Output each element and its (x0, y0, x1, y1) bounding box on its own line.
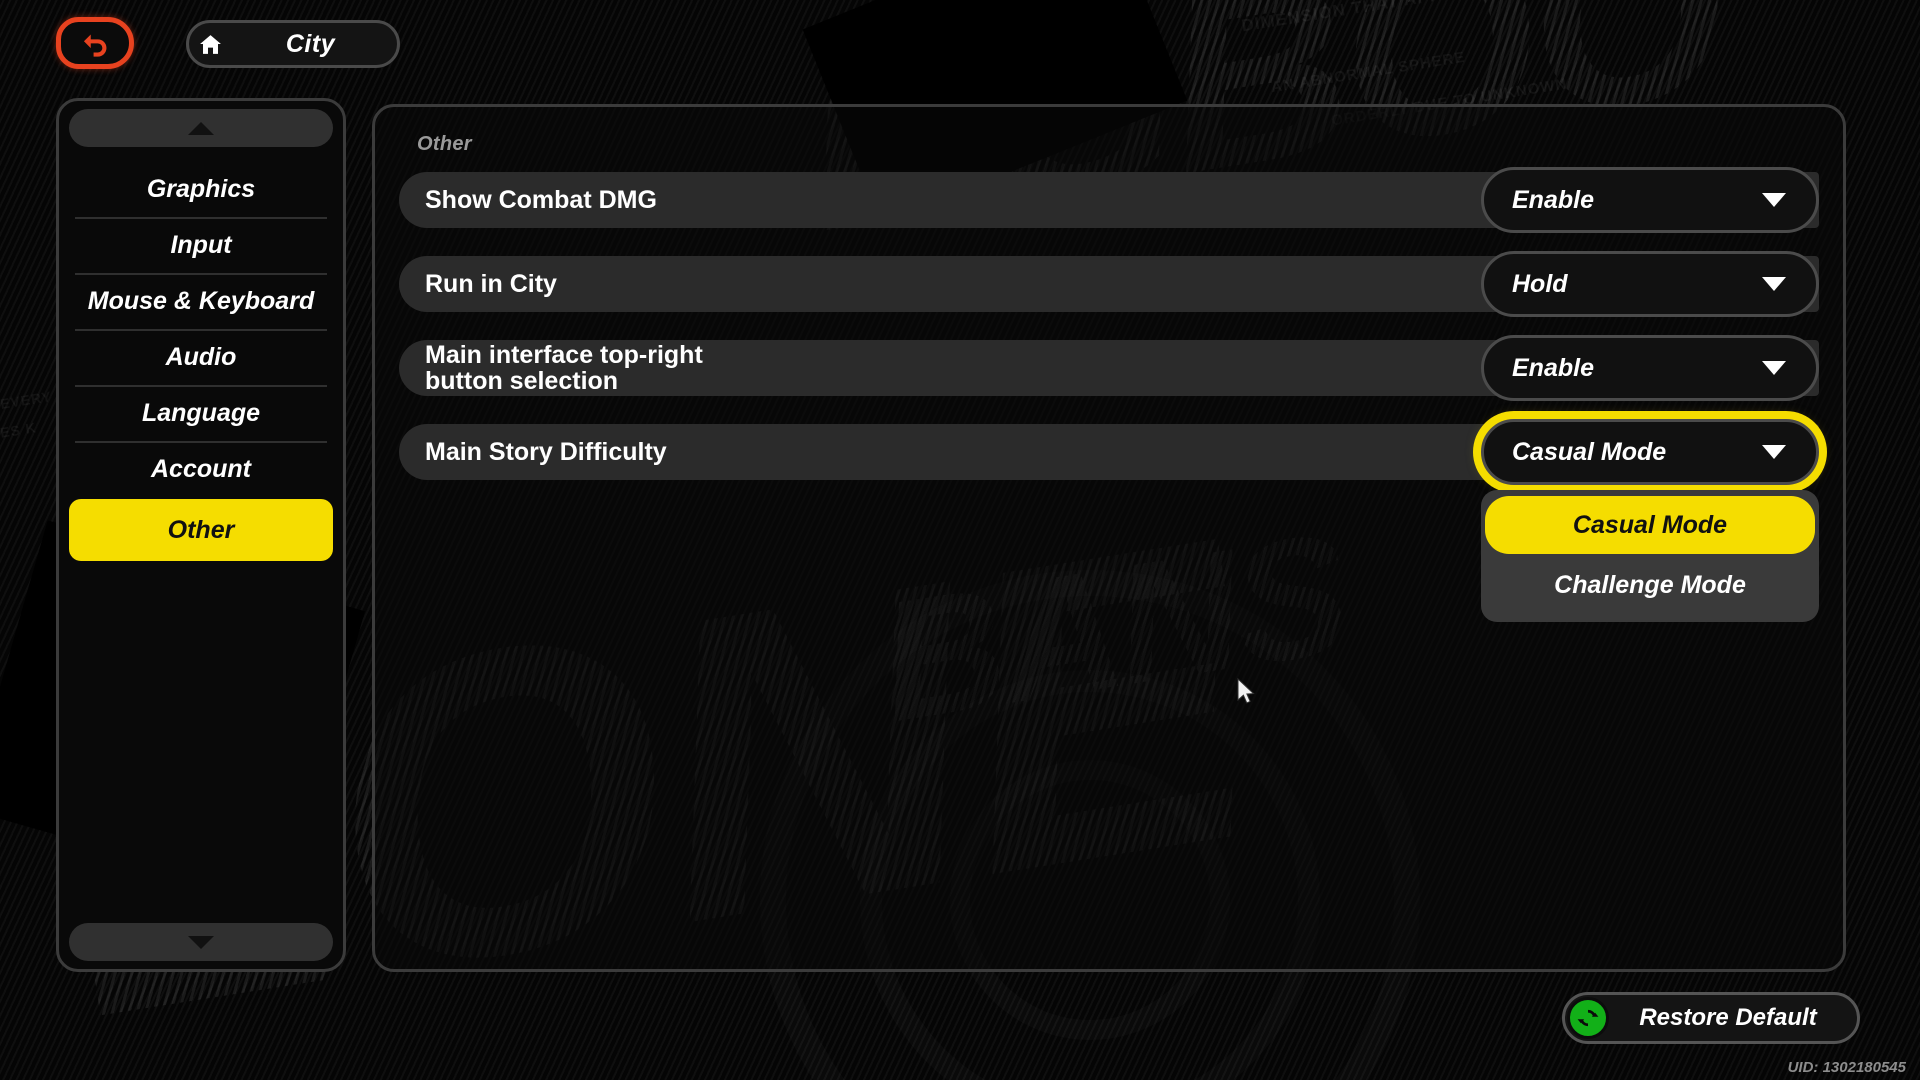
back-button[interactable] (56, 17, 134, 69)
dropdown-option[interactable]: Challenge Mode (1485, 556, 1815, 614)
dropdown-option[interactable]: Casual Mode (1485, 496, 1815, 554)
setting-label: Main interface top-right button selectio… (425, 340, 703, 395)
chevron-down-icon (188, 935, 214, 949)
sidebar-item-input[interactable]: Input (69, 217, 333, 273)
settings-sidebar: Graphics Input Mouse & Keyboard Audio Langua… (56, 98, 346, 972)
chevron-down-icon (1762, 193, 1786, 207)
location-label: City (285, 29, 336, 58)
sidebar-item-graphics[interactable]: Graphics (69, 161, 333, 217)
dropdown-menu: Casual Mode Challenge Mode (1481, 490, 1819, 622)
restore-default-label: Restore Default (1639, 1004, 1817, 1031)
sidebar-scroll-down-button[interactable] (69, 923, 333, 961)
chevron-down-icon (1762, 277, 1786, 291)
uid-text: UID: 1302180545 (1787, 1059, 1906, 1076)
sidebar-item-list: Graphics Input Mouse & Keyboard Audio Langua… (59, 155, 343, 915)
sidebar-scroll-up-button[interactable] (69, 109, 333, 147)
dropdown-value: Casual Mode (1512, 437, 1667, 466)
sidebar-item-audio[interactable]: Audio (69, 329, 333, 385)
section-title: Other (417, 133, 472, 155)
setting-label: Main Story Difficulty (425, 437, 667, 466)
back-arrow-icon (83, 34, 107, 57)
chevron-down-icon (1762, 445, 1786, 459)
setting-row: Run in City Hold (399, 251, 1819, 317)
settings-row-list: Show Combat DMG Enable Run in City Hold Main… (399, 167, 1819, 622)
mouse-pointer-icon (1236, 677, 1260, 713)
home-icon (188, 22, 232, 66)
setting-label: Show Combat DMG (425, 185, 657, 214)
dropdown-value: Enable (1512, 353, 1594, 382)
restore-default-button[interactable]: Restore Default (1562, 992, 1860, 1044)
dropdown-value: Hold (1512, 269, 1568, 298)
dropdown-value: Enable (1512, 185, 1594, 214)
setting-dropdown[interactable]: Enable (1481, 167, 1819, 233)
sidebar-item-account[interactable]: Account (69, 441, 333, 497)
setting-row: Main interface top-right button selectio… (399, 335, 1819, 401)
setting-dropdown[interactable]: Hold (1481, 251, 1819, 317)
chevron-up-icon (188, 121, 214, 135)
setting-row: Main Story Difficulty Casual Mode Casual M… (399, 419, 1819, 622)
sidebar-item-language[interactable]: Language (69, 385, 333, 441)
header-bar: City (0, 0, 1920, 86)
sidebar-item-mouse-keyboard[interactable]: Mouse & Keyboard (69, 273, 333, 329)
settings-panel: Other Show Combat DMG Enable Run in City Ho… (372, 104, 1846, 972)
setting-dropdown[interactable]: Enable (1481, 335, 1819, 401)
setting-row: Show Combat DMG Enable (399, 167, 1819, 233)
setting-label: Run in City (425, 269, 557, 298)
chevron-down-icon (1762, 361, 1786, 375)
sidebar-item-other[interactable]: Other (69, 499, 333, 561)
setting-dropdown[interactable]: Casual Mode (1481, 419, 1819, 485)
location-pill[interactable]: City (186, 20, 400, 68)
refresh-icon (1567, 997, 1609, 1039)
